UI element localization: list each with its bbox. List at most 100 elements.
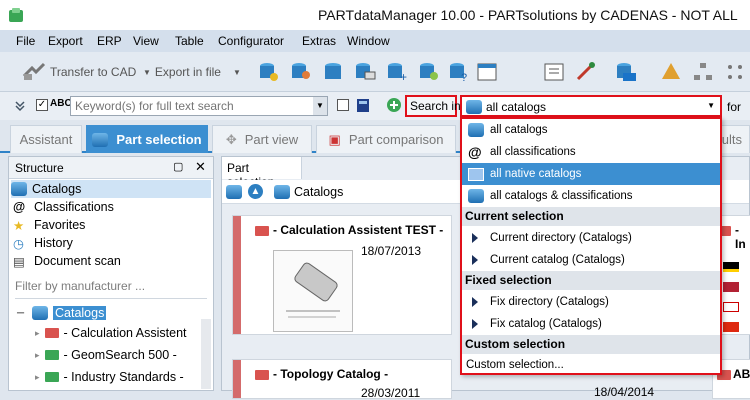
- tab-part-view-label: Part view: [244, 132, 299, 147]
- folder-icon: [255, 226, 269, 236]
- menu-extras[interactable]: Extras: [302, 34, 336, 48]
- menu-view[interactable]: View: [133, 34, 159, 48]
- breadcrumb-catalogs[interactable]: Catalogs: [294, 185, 343, 199]
- tree-expand-icon: ▸: [35, 349, 40, 360]
- option-label: Custom selection...: [466, 359, 564, 371]
- catalog-db-icon: [92, 132, 109, 147]
- scope-option-all-classifications[interactable]: @ all classifications: [462, 141, 720, 163]
- structure-item-catalogs[interactable]: Catalogs: [11, 180, 211, 198]
- database-mail-icon[interactable]: [354, 61, 376, 83]
- database-settings-icon[interactable]: [418, 61, 440, 83]
- section-fixed-selection: Fixed selection: [462, 271, 720, 290]
- chevron-double-down-icon[interactable]: [14, 100, 26, 112]
- folder-icon: [255, 370, 269, 380]
- table-icon[interactable]: [476, 61, 498, 83]
- card-date: 28/03/2011: [361, 386, 421, 400]
- database-add-icon[interactable]: +: [386, 61, 408, 83]
- close-icon[interactable]: ✕: [195, 159, 206, 175]
- option-label: Fix catalog (Catalogs): [490, 318, 602, 330]
- structure-item-document-scan[interactable]: ▤ Document scan: [13, 252, 121, 270]
- export-in-file-button[interactable]: ▼ Export in file ▼: [143, 60, 241, 84]
- card-stripe: [233, 360, 241, 398]
- keyword-dropdown-button[interactable]: ▼: [313, 97, 327, 115]
- manufacturer-filter-input[interactable]: Filter by manufacturer ...: [15, 279, 207, 299]
- catalog-card-calculation[interactable]: - Calculation Assistent TEST - 18/07/201…: [232, 215, 452, 335]
- scope-option-current-catalog[interactable]: Current catalog (Catalogs): [462, 249, 720, 271]
- menu-window[interactable]: Window: [347, 34, 390, 48]
- sap-icon[interactable]: [615, 61, 637, 83]
- structure-item-history[interactable]: ◷ History: [13, 234, 73, 252]
- search-in-button[interactable]: Search in: [405, 95, 461, 117]
- tree-node-industry-standards[interactable]: ▸ - Industry Standards -: [35, 368, 184, 386]
- triangle-right-icon: [472, 319, 478, 329]
- option-label: all classifications: [490, 146, 576, 158]
- catalog-db-icon: [11, 182, 27, 196]
- tab-part-comparison[interactable]: ▣ Part comparison: [316, 125, 456, 153]
- tree-node-catalogs[interactable]: ─ Catalogs: [17, 304, 107, 322]
- shapes-icon[interactable]: [660, 61, 682, 83]
- menu-table[interactable]: Table: [175, 34, 204, 48]
- scope-option-all-native-catalogs[interactable]: all native catalogs: [462, 163, 720, 185]
- structure-item-favorites[interactable]: ★ Favorites: [13, 216, 85, 234]
- keyword-search-input[interactable]: [70, 96, 328, 116]
- options-checkbox[interactable]: [337, 99, 349, 111]
- structure-item-label: History: [34, 236, 73, 250]
- scope-option-fix-catalog[interactable]: Fix catalog (Catalogs): [462, 313, 720, 335]
- tree-node-calculation-assistent[interactable]: ▸ - Calculation Assistent: [35, 324, 187, 342]
- hierarchy-icon[interactable]: [692, 61, 714, 83]
- database-icon[interactable]: [322, 61, 344, 83]
- catalog-card-topology[interactable]: - Topology Catalog - 28/03/2011: [232, 359, 452, 400]
- section-current-selection: Current selection: [462, 207, 720, 226]
- abc-checkbox[interactable]: ✓: [36, 99, 48, 111]
- tab-part-selection[interactable]: Part selection: [86, 125, 208, 153]
- search-scope-value: all catalogs: [486, 100, 547, 114]
- tree-node-label: Catalogs: [53, 306, 107, 320]
- tree-node-label: - Industry Standards -: [63, 370, 184, 384]
- at-sign-icon: @: [13, 200, 26, 214]
- link-tool-icon[interactable]: [574, 61, 596, 83]
- database-users-icon[interactable]: [290, 61, 312, 83]
- book-icon[interactable]: [354, 96, 372, 114]
- search-scope-select[interactable]: all catalogs ▼: [460, 95, 722, 117]
- triangle-right-icon: [472, 255, 478, 265]
- flag-germany-icon: [723, 262, 739, 272]
- tree-collapse-icon: ─: [17, 307, 25, 319]
- catalog-db-icon: [466, 100, 482, 114]
- menu-bar: File Export ERP View Table Configurator …: [0, 30, 750, 52]
- add-circle-icon[interactable]: [386, 97, 402, 113]
- transfer-icon: [22, 62, 46, 80]
- transfer-to-cad-button[interactable]: Transfer to CAD: [22, 60, 136, 84]
- scope-option-all-catalogs[interactable]: all catalogs: [462, 119, 720, 141]
- part-selection-tab[interactable]: Part selection: [222, 157, 302, 189]
- tab-assistant-label: Assistant: [19, 132, 73, 147]
- part-thumbnail-image: [286, 262, 340, 318]
- scope-option-fix-directory[interactable]: Fix directory (Catalogs): [462, 291, 720, 313]
- menu-erp[interactable]: ERP: [97, 34, 122, 48]
- tab-part-comparison-label: Part comparison: [348, 132, 444, 147]
- part-comparison-icon: ▣: [328, 131, 341, 147]
- card-title: - Calculation Assistent TEST -: [273, 223, 444, 237]
- database-key-icon[interactable]: [258, 61, 280, 83]
- tab-part-selection-label: Part selection: [116, 132, 202, 147]
- up-arrow-icon[interactable]: ▲: [248, 184, 263, 199]
- menu-file[interactable]: File: [16, 34, 35, 48]
- window-grid-icon[interactable]: [543, 61, 565, 83]
- for-label: for: [727, 100, 742, 114]
- menu-export[interactable]: Export: [48, 34, 83, 48]
- scope-option-custom-selection[interactable]: Custom selection...: [462, 354, 720, 376]
- scope-option-all-catalogs-classifications[interactable]: all catalogs & classifications: [462, 185, 720, 207]
- scope-option-current-directory[interactable]: Current directory (Catalogs): [462, 227, 720, 249]
- maximize-icon[interactable]: ▢: [173, 160, 183, 173]
- tab-assistant[interactable]: Assistant: [10, 125, 82, 153]
- grid-dots-icon[interactable]: [724, 61, 746, 83]
- catalog-db-icon: [468, 123, 484, 137]
- at-sign-icon: @: [468, 144, 482, 160]
- structure-item-classifications[interactable]: @ Classifications: [13, 198, 114, 216]
- tab-part-view[interactable]: ✥ Part view: [212, 125, 312, 153]
- star-icon: ★: [13, 218, 25, 233]
- menu-configurator[interactable]: Configurator: [218, 34, 284, 48]
- tree-node-geomsearch[interactable]: ▸ - GeomSearch 500 -: [35, 346, 177, 364]
- catalog-db-icon: [274, 185, 290, 199]
- database-help-icon[interactable]: ?: [448, 61, 470, 83]
- tree-scrollbar[interactable]: [201, 319, 211, 389]
